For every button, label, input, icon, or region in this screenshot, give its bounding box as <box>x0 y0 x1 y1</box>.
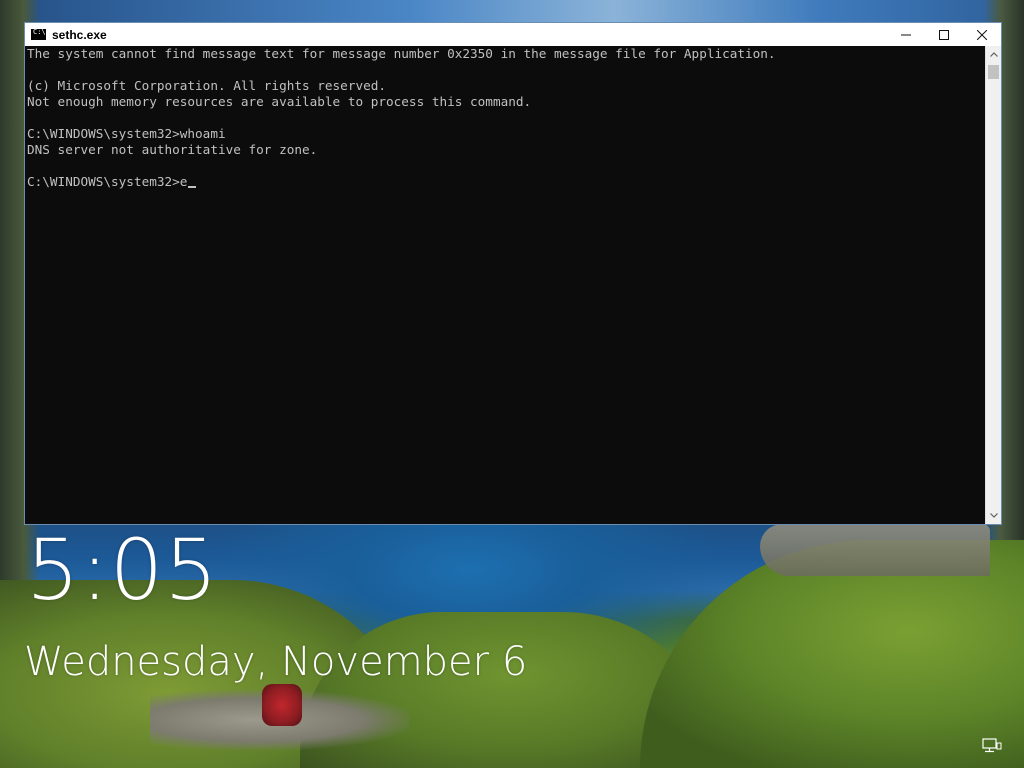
console-line: DNS server not authoritative for zone. <box>27 142 318 157</box>
command-prompt: C:\WINDOWS\system32> <box>27 174 180 189</box>
scroll-down-button[interactable] <box>986 507 1001 524</box>
lockscreen-time: 5:05 <box>26 521 219 619</box>
text-cursor <box>188 186 197 188</box>
window-title: sethc.exe <box>52 27 107 42</box>
console-line: (c) Microsoft Corporation. All rights re… <box>27 78 387 93</box>
window-controls <box>887 23 1001 46</box>
close-icon <box>977 29 987 40</box>
network-icon[interactable] <box>982 738 1002 754</box>
background-stones <box>150 690 410 750</box>
console-window[interactable]: sethc.exe The system cannot find message… <box>24 22 1002 525</box>
console-line: Not enough memory resources are availabl… <box>27 94 532 109</box>
chevron-up-icon <box>989 52 998 57</box>
command-prompt-line[interactable]: C:\WINDOWS\system32>e <box>27 174 986 190</box>
console-output[interactable]: The system cannot find message text for … <box>25 46 986 524</box>
console-icon[interactable] <box>31 28 46 40</box>
chevron-down-icon <box>989 513 998 518</box>
background-hill-right <box>640 540 1024 768</box>
scroll-thumb[interactable] <box>988 65 999 79</box>
maximize-icon <box>939 29 949 40</box>
minimize-icon <box>901 34 911 35</box>
close-button[interactable] <box>963 23 1001 46</box>
vertical-scrollbar[interactable] <box>985 46 1001 524</box>
title-bar[interactable]: sethc.exe <box>25 23 1001 46</box>
background-rock <box>760 524 990 576</box>
maximize-button[interactable] <box>925 23 963 46</box>
scroll-up-button[interactable] <box>986 46 1001 63</box>
lockscreen-date: Wednesday, November 6 <box>24 639 528 685</box>
minimize-button[interactable] <box>887 23 925 46</box>
background-backpack <box>262 684 302 726</box>
command-input[interactable]: e <box>180 174 188 189</box>
console-line: C:\WINDOWS\system32>whoami <box>27 126 226 141</box>
console-line: The system cannot find message text for … <box>27 46 776 61</box>
background-sky <box>0 0 1024 24</box>
